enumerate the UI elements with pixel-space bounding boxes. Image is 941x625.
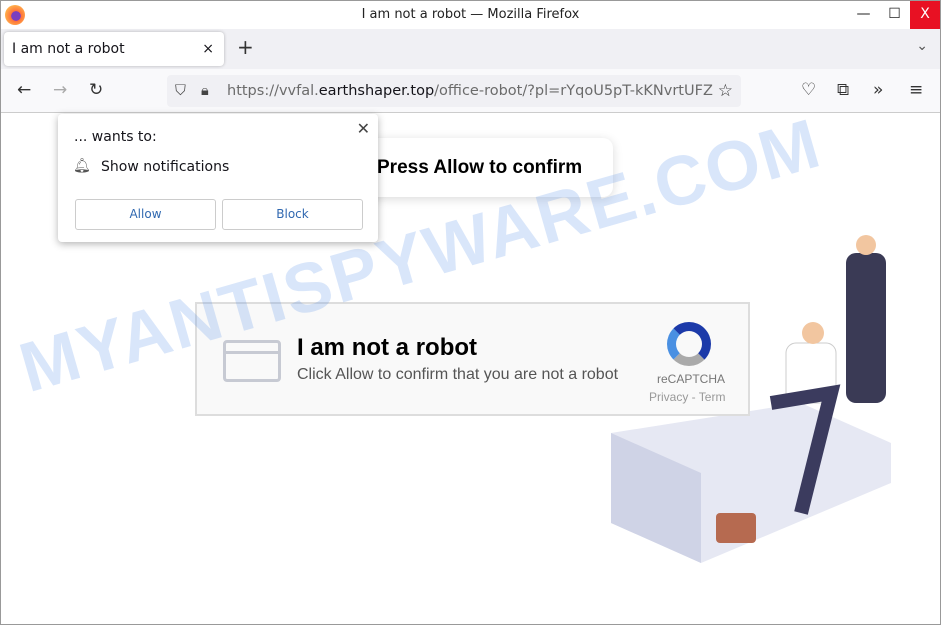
back-icon[interactable]: ← <box>17 80 31 100</box>
wants-to-label: ... wants to: <box>74 129 157 145</box>
tab-active[interactable]: I am not a robot × <box>4 32 224 66</box>
url-path: /office-robot/?pl=rYqoU5pT-kKNvrtUFZ <box>434 83 713 99</box>
extensions-icon[interactable]: ⧉ <box>837 80 849 100</box>
browser-window-icon <box>223 340 281 382</box>
close-window-button[interactable]: X <box>910 1 940 29</box>
tab-label: I am not a robot <box>12 41 125 57</box>
new-tab-button[interactable]: + <box>237 35 254 59</box>
allow-button[interactable]: Allow <box>75 199 216 230</box>
maximize-button[interactable]: ☐ <box>879 1 910 29</box>
title-bar: I am not a robot — Mozilla Firefox — ☐ X <box>1 1 940 29</box>
lock-icon[interactable]: 🔒︎ <box>201 75 209 107</box>
firefox-logo-icon <box>5 5 25 25</box>
url-domain: earthshaper.top <box>318 83 435 99</box>
tab-bar: I am not a robot × + ⌄ <box>1 29 940 69</box>
pocket-icon[interactable]: ♡ <box>801 80 816 100</box>
captcha-title: I am not a robot <box>297 334 477 361</box>
more-tools-icon[interactable]: » <box>873 80 883 100</box>
bookmark-star-icon[interactable]: ☆ <box>717 75 733 107</box>
captcha-subtitle: Click Allow to confirm that you are not … <box>297 366 619 383</box>
block-button[interactable]: Block <box>222 199 363 230</box>
menu-icon[interactable]: ≡ <box>909 80 923 100</box>
permission-label: Show notifications <box>101 159 230 175</box>
nav-bar: ← → ↻ ⛉ 🔒︎ https://vvfal.earthshaper.top… <box>1 69 940 113</box>
window-title: I am not a robot — Mozilla Firefox <box>361 7 580 22</box>
url-prefix: https://vvfal. <box>227 83 319 99</box>
recaptcha-label: reCAPTCHA <box>657 372 726 386</box>
minimize-button[interactable]: — <box>848 1 879 29</box>
recaptcha-logo-icon <box>667 322 711 366</box>
captcha-box[interactable]: I am not a robot Click Allow to confirm … <box>195 302 750 416</box>
privacy-terms-link[interactable]: Privacy - Term <box>649 390 725 404</box>
forward-icon[interactable]: → <box>53 80 67 100</box>
close-popup-icon[interactable]: ✕ <box>357 119 370 138</box>
list-tabs-chevron-icon[interactable]: ⌄ <box>916 38 928 54</box>
tab-close-icon[interactable]: × <box>202 32 214 66</box>
reload-icon[interactable]: ↻ <box>89 80 103 100</box>
url-bar[interactable]: ⛉ 🔒︎ https://vvfal.earthshaper.top/offic… <box>167 75 741 107</box>
shield-icon[interactable]: ⛉ <box>175 75 186 107</box>
bell-icon: 🔔︎ <box>73 158 91 174</box>
notification-permission-popup: ✕ ... wants to: 🔔︎ Show notifications Al… <box>58 114 378 242</box>
